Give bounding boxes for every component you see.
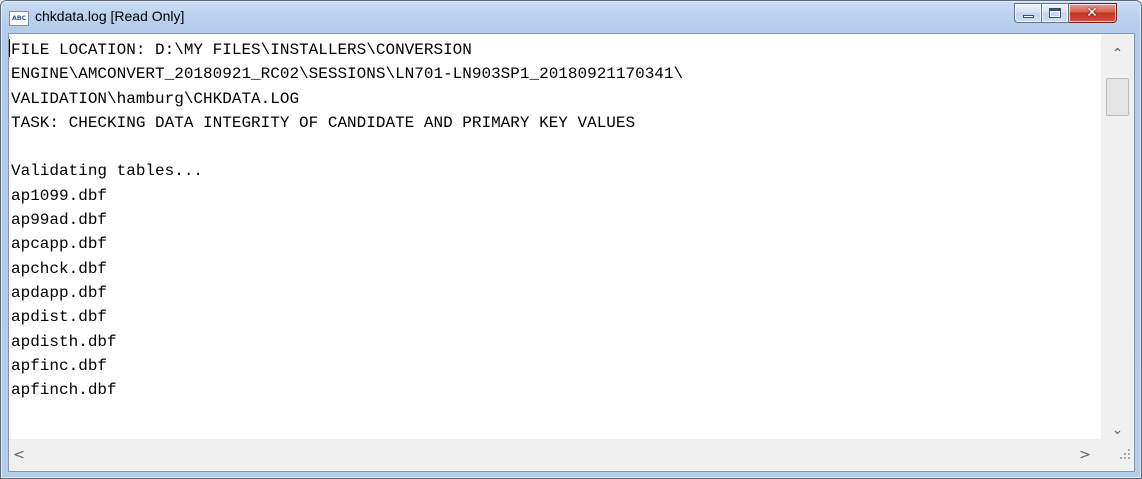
log-line: VALIDATION\hamburg\CHKDATA.LOG — [11, 89, 300, 108]
log-line: ENGINE\AMCONVERT_20180921_RC02\SESSIONS\… — [11, 65, 684, 84]
close-icon: ✕ — [1086, 5, 1098, 21]
vertical-scrollbar[interactable] — [1101, 34, 1134, 439]
scroll-down-icon[interactable]: ⌄ — [1101, 420, 1134, 440]
maximize-icon — [1049, 8, 1061, 18]
size-grip-icon[interactable] — [1101, 439, 1134, 471]
log-line: ap1099.dbf — [11, 186, 108, 205]
log-line: apfinc.dbf — [11, 356, 108, 375]
log-line: apcapp.dbf — [11, 235, 108, 254]
vertical-scroll-thumb[interactable] — [1106, 78, 1129, 116]
minimize-button[interactable] — [1014, 3, 1042, 23]
minimize-icon — [1023, 15, 1034, 18]
maximize-button[interactable] — [1042, 3, 1069, 23]
scroll-left-icon[interactable]: < — [9, 445, 29, 465]
text-caret — [9, 39, 10, 57]
log-line: Validating tables... — [11, 162, 204, 181]
log-line: TASK: CHECKING DATA INTEGRITY OF CANDIDA… — [11, 113, 636, 132]
horizontal-scrollbar[interactable] — [9, 439, 1101, 471]
log-line: apdapp.dbf — [11, 283, 108, 302]
close-button[interactable]: ✕ — [1069, 3, 1117, 23]
log-lines: FILE LOCATION: D:\MY FILES\INSTALLERS\CO… — [11, 38, 683, 402]
log-text-area[interactable]: FILE LOCATION: D:\MY FILES\INSTALLERS\CO… — [9, 34, 1101, 439]
window-title: chkdata.log [Read Only] — [35, 8, 185, 24]
scroll-up-icon[interactable]: ⌃ — [1101, 44, 1134, 64]
scroll-right-icon[interactable]: > — [1075, 445, 1095, 465]
notepad-window: ABC chkdata.log [Read Only] ✕ FILE LOCAT… — [0, 0, 1142, 479]
title-bar[interactable]: ABC chkdata.log [Read Only] ✕ — [1, 1, 1141, 33]
log-line: FILE LOCATION: D:\MY FILES\INSTALLERS\CO… — [11, 41, 472, 59]
app-icon[interactable]: ABC — [9, 11, 29, 26]
log-line: ap99ad.dbf — [11, 211, 108, 230]
log-line: apfinch.dbf — [11, 381, 117, 400]
log-line: apdisth.dbf — [11, 332, 117, 351]
log-line: apchck.dbf — [11, 259, 108, 278]
log-line: apdist.dbf — [11, 308, 108, 327]
editor-client-area: FILE LOCATION: D:\MY FILES\INSTALLERS\CO… — [8, 33, 1135, 472]
